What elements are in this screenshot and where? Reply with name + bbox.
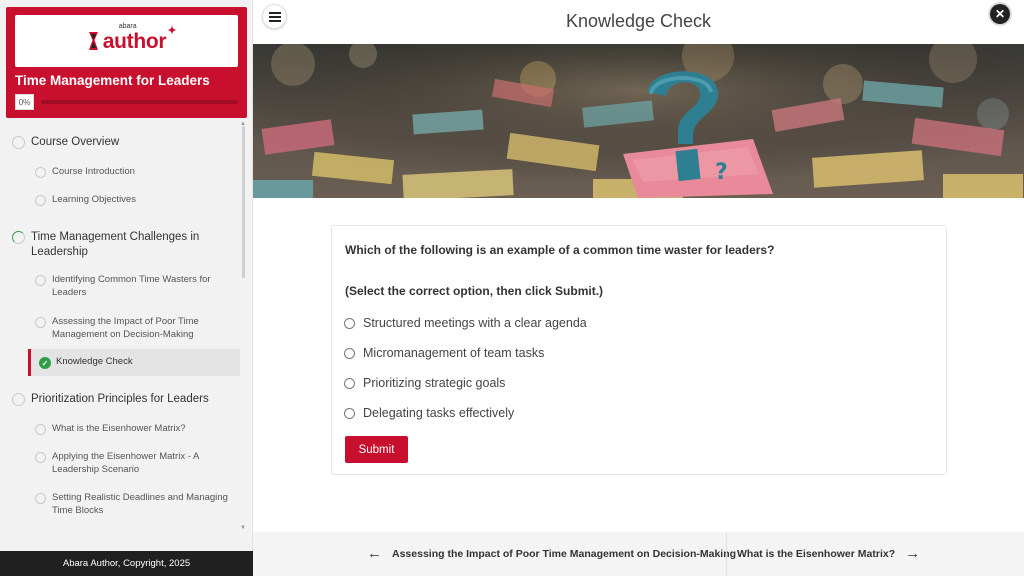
next-lesson-link[interactable]: What is the Eisenhower Matrix? → [737,545,920,562]
course-outline: Course Overview Course Introduction Lear… [0,128,244,533]
option-label: Prioritizing strategic goals [363,376,506,390]
copyright-footer: Abara Author, Copyright, 2025 [0,551,253,576]
option-delegating-tasks[interactable]: Delegating tasks effectively [344,406,514,420]
previous-lesson-label: Assessing the Impact of Poor Time Manage… [392,547,737,560]
option-label: Micromanagement of team tasks [363,346,545,360]
lesson-label: Identifying Common Time Wasters for Lead… [52,273,211,299]
instruction-text: (Select the correct option, then click S… [345,284,604,298]
lesson-label: Assessing the Impact of Poor Time Manage… [52,315,199,341]
scroll-down-icon[interactable]: ▼ [240,525,246,531]
lesson-knowledge-check-active[interactable]: ✓ Knowledge Check [28,349,240,376]
incomplete-circle-icon [35,424,46,435]
lesson-realistic-deadlines[interactable]: Setting Realistic Deadlines and Managing… [35,491,228,517]
lesson-label: Learning Objectives [52,194,136,205]
sparkle-icon: ✦ [167,24,177,37]
lesson-applying-eisenhower[interactable]: Applying the Eisenhower Matrix - A Leade… [35,450,199,476]
course-header-panel: abara author ✦ Time Management for Leade… [6,7,247,118]
lesson-label-line1: Assessing the Impact of Poor Time [52,316,199,327]
svg-text:?: ? [715,160,728,185]
previous-lesson-link[interactable]: ← Assessing the Impact of Poor Time Mana… [367,545,736,562]
option-structured-meetings[interactable]: Structured meetings with a clear agenda [344,316,587,330]
lesson-label-line1: Applying the Eisenhower Matrix - A [52,451,200,462]
submit-button[interactable]: Submit [345,436,408,463]
lesson-label-line2: Management on Decision-Making [52,329,194,340]
question-text: Which of the following is an example of … [345,243,775,257]
lesson-assessing-impact[interactable]: Assessing the Impact of Poor Time Manage… [35,315,199,341]
section-label: Course Overview [31,136,120,148]
lesson-label: Knowledge Check [56,356,133,367]
progress-bar [41,100,238,104]
incomplete-circle-icon [35,275,46,286]
sidebar-scrollbar-thumb[interactable] [242,126,245,278]
check-circle-icon: ✓ [39,357,51,369]
close-button[interactable]: ✕ [990,4,1010,24]
lesson-label: Applying the Eisenhower Matrix - A Leade… [52,450,199,476]
incomplete-circle-icon [12,136,25,149]
arrow-right-icon: → [905,545,921,562]
quiz-card: Which of the following is an example of … [331,225,947,475]
lesson-label-line2: Leaders [52,287,87,298]
page-title: Knowledge Check [565,11,712,31]
option-micromanagement[interactable]: Micromanagement of team tasks [344,346,544,360]
course-sidebar: abara author ✦ Time Management for Leade… [0,0,253,576]
logo-card: abara author ✦ [15,15,238,67]
banner-image: ? [253,44,1024,198]
lesson-label-line2: Time Blocks [52,505,104,516]
lesson-label: Setting Realistic Deadlines and Managing… [52,491,228,517]
nav-divider [726,532,727,576]
lesson-eisenhower-matrix[interactable]: What is the Eisenhower Matrix? [35,422,186,435]
logo-main-text: author [102,29,167,53]
logo-small-text: abara [118,22,137,30]
option-label: Structured meetings with a clear agenda [363,316,587,330]
radio-button[interactable] [344,347,355,359]
lesson-label-line1: Identifying Common Time Wasters for [52,274,211,285]
lesson-label: Course Introduction [52,166,135,177]
logo-mark-icon [88,32,98,50]
incomplete-circle-icon [35,167,46,178]
section-label-line2: Leadership [31,246,88,258]
course-title: Time Management for Leaders [15,73,210,88]
incomplete-circle-icon [35,317,46,328]
incomplete-circle-icon [35,493,46,504]
close-icon: ✕ [994,7,1006,21]
lesson-label-line2: Leadership Scenario [52,464,140,475]
lesson-identifying-time-wasters[interactable]: Identifying Common Time Wasters for Lead… [35,273,211,299]
next-lesson-label: What is the Eisenhower Matrix? [737,547,896,560]
radio-button[interactable] [344,317,355,329]
incomplete-circle-icon [35,195,46,206]
section-prioritization-principles[interactable]: Prioritization Principles for Leaders [12,392,209,407]
lesson-navigation-bar: ← Assessing the Impact of Poor Time Mana… [253,532,1024,576]
progress-percent: 0% [15,94,34,110]
in-progress-circle-icon [12,231,25,244]
arrow-left-icon: ← [367,545,382,562]
section-label: Prioritization Principles for Leaders [31,393,209,405]
incomplete-circle-icon [35,452,46,463]
lesson-label: What is the Eisenhower Matrix? [52,423,186,434]
lesson-learning-objectives[interactable]: Learning Objectives [35,193,136,206]
radio-button[interactable] [344,377,355,389]
incomplete-circle-icon [12,393,25,406]
lesson-course-introduction[interactable]: Course Introduction [35,165,135,178]
abara-author-logo: abara author ✦ [87,23,177,53]
section-label-line1: Time Management Challenges in [31,231,200,243]
logo-wordmark: abara author ✦ [102,23,177,53]
option-label: Delegating tasks effectively [363,406,515,420]
section-course-overview[interactable]: Course Overview [12,135,119,150]
lesson-label-line1: Setting Realistic Deadlines and Managing [52,492,228,503]
question-mark-illustration: ? [253,44,1024,198]
option-prioritizing-goals[interactable]: Prioritizing strategic goals [344,376,505,390]
radio-button[interactable] [344,407,355,419]
section-label: Time Management Challenges in Leadership [31,230,199,260]
section-time-management-challenges[interactable]: Time Management Challenges in Leadership [12,230,199,260]
